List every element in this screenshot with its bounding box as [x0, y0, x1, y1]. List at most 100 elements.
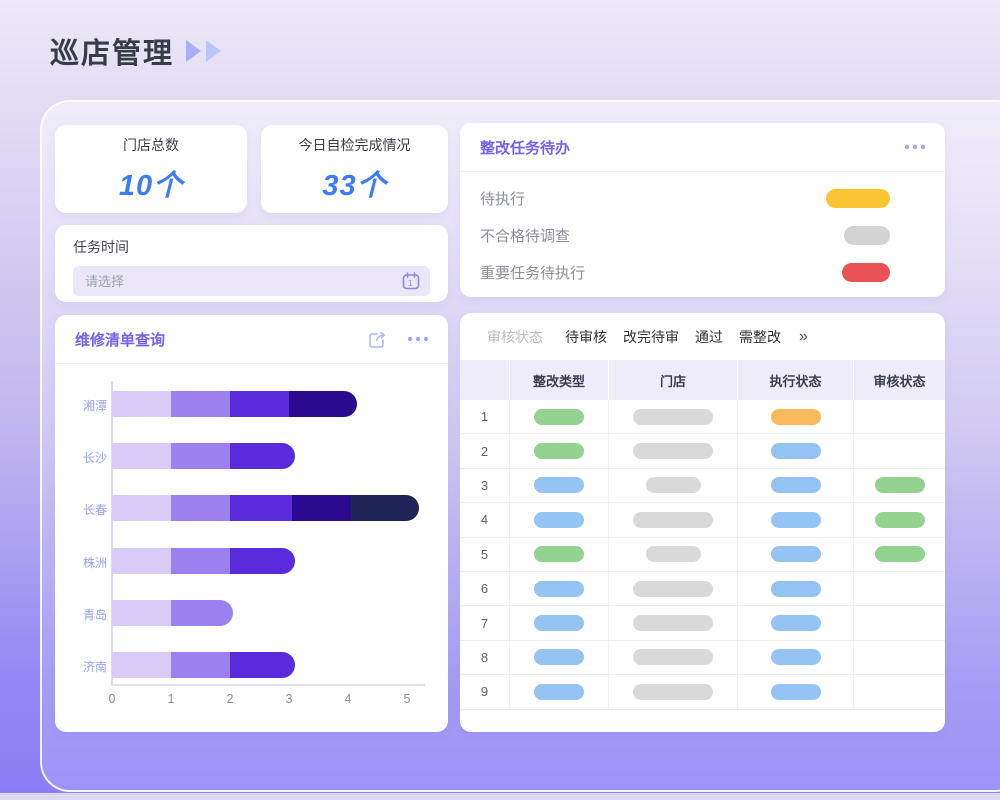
- todo-status-pill: [844, 226, 890, 245]
- stat-label: 今日自检完成情况: [299, 135, 411, 155]
- status-pill: [771, 649, 821, 665]
- todo-item[interactable]: 重要任务待执行: [460, 254, 945, 291]
- x-axis-tick: 5: [397, 692, 417, 706]
- date-picker-input[interactable]: [73, 274, 430, 289]
- todo-list: 待执行不合格待调查重要任务待执行: [460, 172, 945, 291]
- table-cell: [510, 572, 609, 605]
- bar-segment: [230, 548, 295, 574]
- todo-status-pill: [842, 263, 890, 282]
- table-row[interactable]: 1: [460, 400, 945, 434]
- todo-card: 整改任务待办 待执行不合格待调查重要任务待执行: [460, 123, 945, 297]
- bar-segment: [171, 600, 233, 626]
- chart-category-label: 青岛: [59, 606, 107, 623]
- tabs-overflow-icon[interactable]: »: [799, 328, 808, 346]
- review-tabs: 审核状态待审核改完待审通过需整改»: [460, 313, 945, 360]
- table-cell: [854, 469, 945, 502]
- bar-segment: [292, 495, 351, 521]
- status-pill: [633, 512, 713, 528]
- status-pill: [771, 615, 821, 631]
- table-cell: [609, 675, 738, 708]
- todo-item[interactable]: 不合格待调查: [460, 217, 945, 254]
- review-tab[interactable]: 待审核: [565, 327, 607, 347]
- bar-segment: [230, 391, 289, 417]
- more-icon[interactable]: [408, 337, 428, 341]
- status-pill: [646, 477, 701, 493]
- table-row[interactable]: 5: [460, 538, 945, 572]
- y-axis-line: [111, 381, 113, 686]
- table-cell: [854, 641, 945, 674]
- row-number: 3: [460, 469, 510, 502]
- table-row[interactable]: 9: [460, 675, 945, 709]
- row-number: 5: [460, 538, 510, 571]
- chart-category-label: 湘潭: [59, 397, 107, 414]
- table-cell: [609, 538, 738, 571]
- calendar-icon[interactable]: 1: [400, 270, 422, 292]
- status-pill: [771, 477, 821, 493]
- review-tab[interactable]: 需整改: [739, 327, 781, 347]
- todo-item[interactable]: 待执行: [460, 180, 945, 217]
- row-number: 8: [460, 641, 510, 674]
- table-row[interactable]: 3: [460, 469, 945, 503]
- table-row[interactable]: 2: [460, 434, 945, 468]
- repair-chart: 湘潭长沙长春株洲青岛济南012345: [55, 365, 448, 732]
- table-row[interactable]: 8: [460, 641, 945, 675]
- status-pill: [633, 443, 713, 459]
- row-number: 4: [460, 503, 510, 536]
- review-tab[interactable]: 通过: [695, 327, 723, 347]
- svg-text:1: 1: [408, 279, 413, 288]
- x-axis-tick: 1: [161, 692, 181, 706]
- x-axis-tick: 2: [220, 692, 240, 706]
- todo-status-pill: [826, 189, 890, 208]
- status-pill: [534, 581, 584, 597]
- status-pill: [534, 649, 584, 665]
- table-row[interactable]: 6: [460, 572, 945, 606]
- chart-category-label: 济南: [59, 658, 107, 675]
- date-picker-field[interactable]: 1: [73, 266, 430, 296]
- status-pill: [875, 477, 925, 493]
- bar-segment: [171, 495, 230, 521]
- more-icon[interactable]: [905, 145, 925, 149]
- table-cell: [854, 675, 945, 708]
- bar-segment: [171, 652, 230, 678]
- review-tab[interactable]: 改完待审: [623, 327, 679, 347]
- task-time-card: 任务时间 1: [55, 225, 448, 302]
- row-number: 7: [460, 606, 510, 639]
- table-row[interactable]: 4: [460, 503, 945, 537]
- table-cell: [738, 641, 854, 674]
- stat-label: 门店总数: [123, 135, 179, 155]
- bar-segment: [351, 495, 419, 521]
- bar-segment: [230, 652, 295, 678]
- table-cell: [510, 469, 609, 502]
- status-pill: [633, 615, 713, 631]
- todo-title: 整改任务待办: [480, 137, 570, 158]
- stat-value: 10个: [119, 162, 183, 204]
- share-icon[interactable]: [367, 329, 388, 350]
- table-cell: [738, 503, 854, 536]
- bar-segment: [171, 391, 230, 417]
- status-pill: [771, 684, 821, 700]
- table-cell: [609, 400, 738, 433]
- table-cell: [510, 641, 609, 674]
- table-cell: [738, 675, 854, 708]
- table-cell: [738, 400, 854, 433]
- stat-value: 33个: [322, 162, 386, 204]
- row-number: 2: [460, 434, 510, 467]
- status-pill: [534, 615, 584, 631]
- page-title: 巡店管理: [50, 30, 174, 72]
- store-total-card: 门店总数 10个: [55, 125, 247, 213]
- bar-segment: [112, 600, 171, 626]
- table-cell: [609, 641, 738, 674]
- x-axis-line: [111, 684, 425, 686]
- table-header-cell: 门店: [609, 360, 738, 400]
- table-row[interactable]: 7: [460, 606, 945, 640]
- table-cell: [510, 675, 609, 708]
- row-number: 6: [460, 572, 510, 605]
- todo-item-label: 待执行: [480, 188, 525, 209]
- status-pill: [534, 443, 584, 459]
- row-number: 1: [460, 400, 510, 433]
- todo-item-label: 重要任务待执行: [480, 262, 585, 283]
- bar-segment: [230, 495, 292, 521]
- table-header-cell: [460, 360, 510, 400]
- status-pill: [633, 684, 713, 700]
- repair-list-card: 维修清单查询 湘潭长沙长春株洲青岛济南012345: [55, 315, 448, 732]
